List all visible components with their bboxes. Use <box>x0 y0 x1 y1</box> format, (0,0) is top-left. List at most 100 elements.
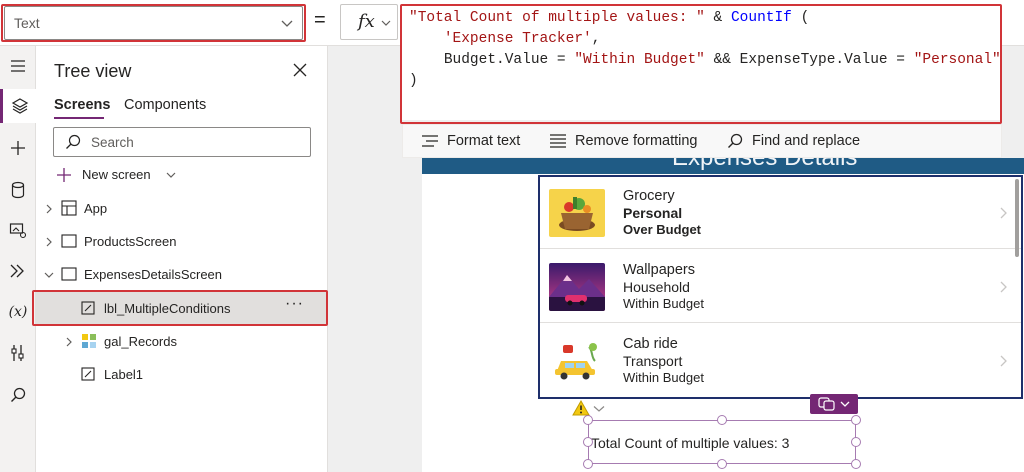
tree-search-input[interactable]: Search <box>53 127 311 157</box>
gallery-row-title: Wallpapers <box>623 262 695 278</box>
tree-node-expenses-details-screen[interactable]: ExpensesDetailsScreen <box>36 258 328 291</box>
tree-node-label: ProductsScreen <box>84 234 177 249</box>
chevron-right-icon <box>46 237 52 247</box>
format-text-icon <box>422 135 438 147</box>
variables-rail-button[interactable]: (x) <box>0 295 36 329</box>
screen-icon <box>61 267 77 281</box>
resize-handle[interactable] <box>851 459 861 469</box>
gallery-row-type: Personal <box>623 205 683 221</box>
chevron-down-icon <box>840 401 850 407</box>
tree-node-label1[interactable]: Label1 <box>36 358 328 391</box>
chevron-right-icon[interactable] <box>998 281 1008 293</box>
resize-handle[interactable] <box>583 459 593 469</box>
gallery-row-title: Grocery <box>623 188 675 204</box>
gallery-row-budget: Within Budget <box>623 370 704 385</box>
warning-icon[interactable] <box>572 400 590 416</box>
tree-node-app[interactable]: App <box>36 192 328 225</box>
gallery-icon <box>82 334 96 348</box>
chevron-right-icon <box>66 337 72 347</box>
media-icon <box>9 223 27 239</box>
tree-node-gal-records[interactable]: gal_Records <box>36 325 328 358</box>
chevron-down-icon <box>44 272 54 278</box>
search-placeholder: Search <box>91 135 134 150</box>
gallery-row[interactable]: Grocery Personal Over Budget <box>540 177 1021 249</box>
tree-node-label: gal_Records <box>104 334 177 349</box>
find-and-replace-button[interactable]: Find and replace <box>752 133 860 149</box>
power-automate-rail-button[interactable] <box>0 254 36 288</box>
search-icon <box>11 387 26 402</box>
left-rail: (x) <box>0 46 36 472</box>
close-icon[interactable] <box>292 62 308 78</box>
power-apps-studio: Text = fx (x) Tree view Screens Componen… <box>0 0 1024 472</box>
tree-node-products-screen[interactable]: ProductsScreen <box>36 225 328 258</box>
screen-icon <box>61 234 77 248</box>
resize-handle[interactable] <box>717 415 727 425</box>
gallery-row[interactable]: Wallpapers Household Within Budget <box>540 251 1021 323</box>
new-screen-label: New screen <box>82 167 151 182</box>
chevron-right-icon <box>46 204 52 214</box>
plus-icon <box>11 141 25 155</box>
chevron-down-icon <box>381 20 391 26</box>
tree-node-label: App <box>84 201 108 216</box>
fx-button[interactable]: fx <box>340 4 398 40</box>
chevron-right-icon[interactable] <box>998 355 1008 367</box>
remove-formatting-icon <box>550 134 566 148</box>
chevron-right-icon[interactable] <box>998 207 1008 219</box>
formula-highlight <box>400 4 1002 124</box>
search-icon <box>66 134 81 149</box>
resize-handle[interactable] <box>851 437 861 447</box>
tree-view-rail-button[interactable] <box>0 89 36 123</box>
gallery-row-type: Household <box>623 279 690 295</box>
property-dropdown-highlight <box>1 4 306 42</box>
hamburger-menu-button[interactable] <box>0 49 36 83</box>
database-icon <box>11 181 25 199</box>
tree-view-title: Tree view <box>54 61 132 81</box>
media-rail-button[interactable] <box>0 213 36 247</box>
formula-command-bar: Format text Remove formatting Find and r… <box>402 124 1002 158</box>
tools-icon <box>11 345 24 361</box>
gallery-row-budget: Within Budget <box>623 296 704 311</box>
copilot-icon <box>818 397 835 411</box>
tree-view-panel: Tree view Screens Components Search New … <box>36 46 328 472</box>
gallery-row-type: Transport <box>623 353 683 369</box>
active-tab-indicator <box>54 117 104 119</box>
gallery-row-title: Cab ride <box>623 336 678 352</box>
data-rail-button[interactable] <box>0 173 36 207</box>
chevron-down-icon[interactable] <box>593 405 605 413</box>
app-icon <box>61 200 77 216</box>
resize-handle[interactable] <box>717 459 727 469</box>
gallery-row-budget: Over Budget <box>623 222 702 237</box>
tab-components[interactable]: Components <box>124 97 206 113</box>
resize-handle[interactable] <box>583 415 593 425</box>
resize-handle[interactable] <box>851 415 861 425</box>
hamburger-icon <box>11 60 25 72</box>
variables-icon: (x) <box>8 304 28 320</box>
search-icon <box>728 133 743 148</box>
remove-formatting-button[interactable]: Remove formatting <box>575 133 698 149</box>
gallery-row[interactable]: Cab ride Transport Within Budget <box>540 325 1021 397</box>
taxi-cab-image <box>549 337 605 385</box>
resize-handle[interactable] <box>583 437 593 447</box>
gallery-gal-records[interactable]: Grocery Personal Over Budget Wallpapers … <box>538 175 1023 399</box>
gallery-scrollbar[interactable] <box>1015 179 1019 257</box>
result-label-text: Total Count of multiple values: 3 <box>591 435 790 451</box>
plus-icon <box>57 168 71 182</box>
insert-rail-button[interactable] <box>0 131 36 165</box>
lbl-multiple-conditions-control[interactable]: Total Count of multiple values: 3 <box>588 420 856 464</box>
layers-icon <box>11 98 28 114</box>
tree-node-label: Label1 <box>104 367 144 382</box>
tree-node-label: ExpensesDetailsScreen <box>84 267 223 282</box>
screen-header-band: Expenses Details <box>422 158 1024 174</box>
search-rail-button[interactable] <box>0 378 36 412</box>
label-control-icon <box>81 367 95 381</box>
format-text-button[interactable]: Format text <box>447 133 520 149</box>
tab-screens[interactable]: Screens <box>54 97 110 113</box>
advanced-tools-rail-button[interactable] <box>0 336 36 370</box>
selected-node-highlight <box>32 290 328 326</box>
equals-sign: = <box>314 9 326 31</box>
chevron-down-icon <box>166 172 176 178</box>
copilot-badge[interactable] <box>810 394 858 414</box>
fx-icon: fx <box>358 11 375 32</box>
grocery-basket-image <box>549 189 605 237</box>
power-automate-icon <box>10 264 24 278</box>
